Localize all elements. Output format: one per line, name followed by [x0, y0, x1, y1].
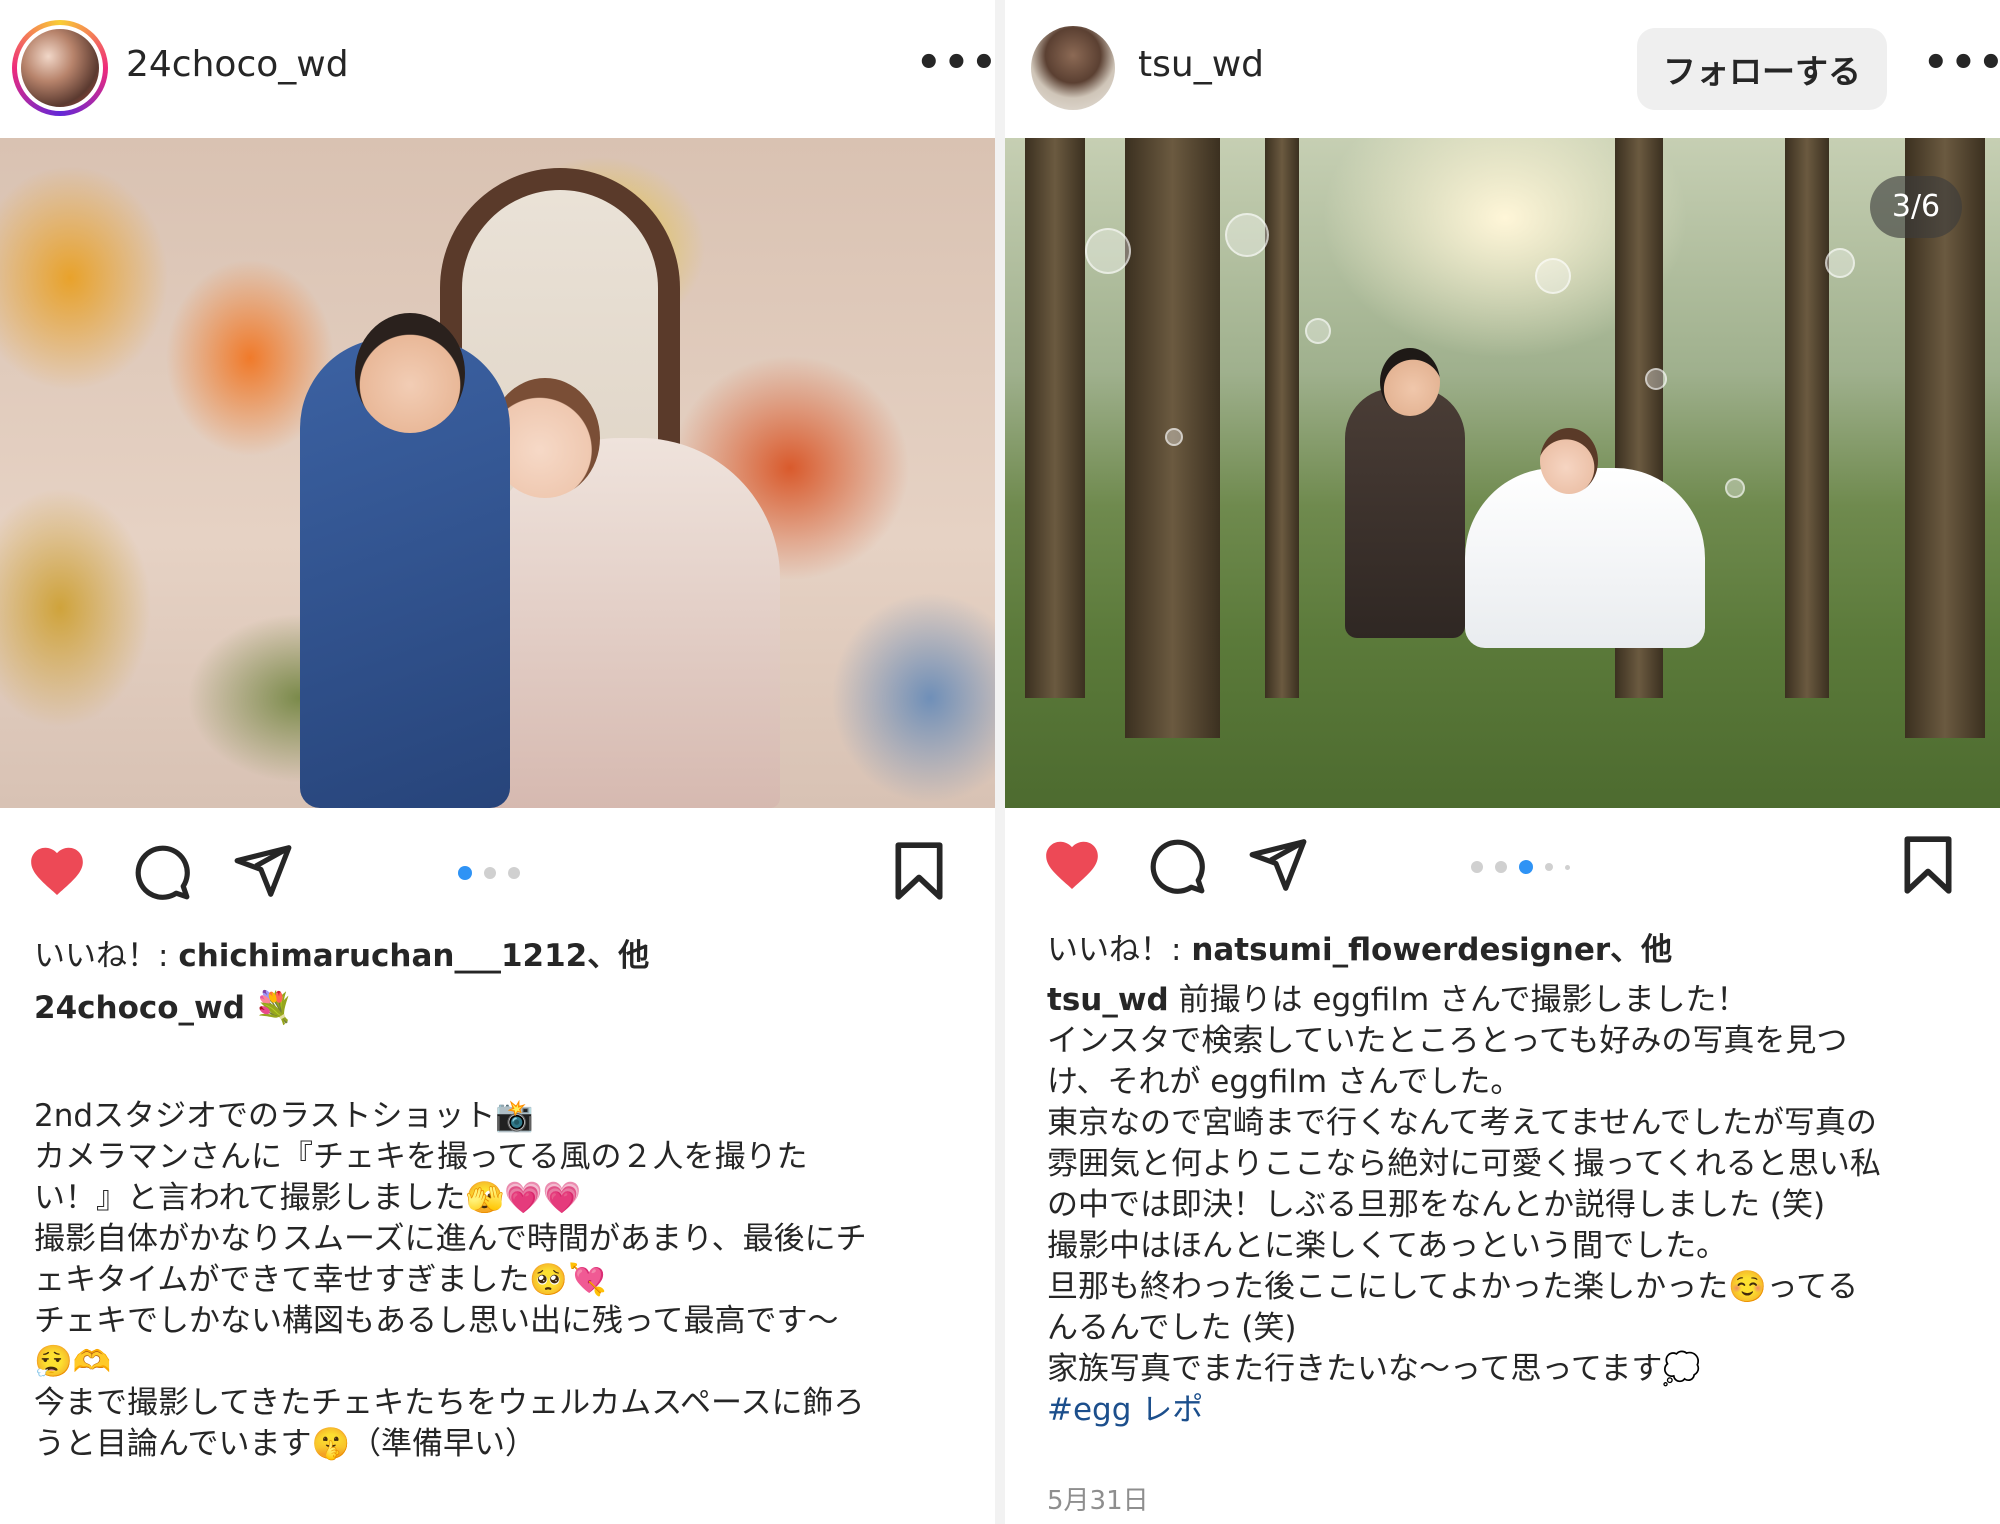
- caption-line: ェキタイムができて幸せすぎました🥺💘: [34, 1262, 607, 1298]
- carousel-dot: [1495, 861, 1507, 873]
- groom-head: [1380, 348, 1440, 416]
- carousel-dot: [1471, 861, 1483, 873]
- carousel-dot: [1545, 863, 1553, 871]
- carousel-dot: [1565, 864, 1570, 870]
- carousel-dots: [1471, 860, 1570, 874]
- bubble: [1305, 318, 1331, 344]
- avatar[interactable]: [12, 20, 108, 116]
- likes-prefix: いいね！:: [34, 938, 179, 974]
- bubble: [1645, 368, 1667, 390]
- caption-line: んるんでした (笑): [1047, 1310, 1297, 1346]
- caption-line: 😮‍💨🫶: [34, 1344, 112, 1380]
- caption-line: 前撮りは eggfilm さんで撮影しました！: [1168, 982, 1748, 1018]
- caption-line: い！』と言われて撮影しました🫣💗💗: [34, 1180, 582, 1216]
- post-left: 24choco_wd ••• いいね！: chichimaruchan___12…: [0, 0, 995, 1524]
- more-icon[interactable]: •••: [916, 40, 995, 86]
- bubble: [1535, 258, 1571, 294]
- action-bar: [0, 808, 995, 918]
- caption-line: の中では即決！しぶる旦那をなんとか説得しました (笑): [1047, 1187, 1826, 1223]
- caption-line: 旦那も終わった後ここにしてよかった楽しかった☺️ってる: [1047, 1269, 1859, 1305]
- caption: tsu_wd 前撮りは eggfilm さんで撮影しました！ インスタで検索して…: [1047, 980, 1977, 1431]
- post-header: 24choco_wd •••: [0, 0, 995, 138]
- follow-button[interactable]: フォローする: [1637, 28, 1887, 110]
- bookmark-icon[interactable]: [888, 840, 950, 902]
- bride-head: [1540, 428, 1598, 494]
- bubble: [1225, 213, 1269, 257]
- avatar[interactable]: [1031, 26, 1115, 110]
- likes-line: いいね！: chichimaruchan___1212、他: [34, 930, 649, 975]
- bubble: [1085, 228, 1131, 274]
- bubble: [1725, 478, 1745, 498]
- post-photo[interactable]: 3/6: [1005, 138, 2000, 808]
- caption-user[interactable]: 24choco_wd: [34, 990, 245, 1026]
- post-divider: [995, 0, 1005, 1524]
- caption-user-emoji: 💐: [254, 990, 294, 1026]
- caption-line: うと目論んでいます🤫（準備早い）: [34, 1426, 537, 1462]
- carousel-dots: [458, 866, 520, 880]
- caption-line: インスタで検索していたところとっても好みの写真を見つ: [1047, 1023, 1848, 1059]
- hashtag-link[interactable]: #egg レポ: [1047, 1390, 1977, 1431]
- likes-user[interactable]: natsumi_flowerdesigner: [1191, 932, 1610, 968]
- carousel-dot: [1519, 860, 1533, 874]
- likes-prefix: いいね！:: [1047, 932, 1192, 968]
- more-icon[interactable]: •••: [1923, 40, 2000, 86]
- post-header: tsu_wd フォローする •••: [1005, 0, 2000, 138]
- username[interactable]: tsu_wd: [1138, 44, 1264, 85]
- username[interactable]: 24choco_wd: [126, 44, 349, 85]
- likes-line: いいね！: natsumi_flowerdesigner、他: [1047, 924, 1672, 969]
- share-icon[interactable]: [1247, 834, 1309, 896]
- caption-line: 今まで撮影してきたチェキたちをウェルカムスペースに飾ろ: [34, 1385, 865, 1421]
- likes-suffix[interactable]: 、他: [1610, 932, 1672, 968]
- groom-figure: [1345, 388, 1465, 638]
- bubble: [1165, 428, 1183, 446]
- comment-icon[interactable]: [130, 840, 192, 902]
- caption-line: 雰囲気と何よりここなら絶対に可愛く撮ってくれると思い私: [1047, 1146, 1881, 1182]
- bubble: [1825, 248, 1855, 278]
- heart-icon[interactable]: [26, 840, 88, 902]
- heart-icon[interactable]: [1041, 834, 1103, 896]
- caption-line: 家族写真でまた行きたいな〜って思ってます💭: [1047, 1351, 1701, 1387]
- carousel-dot: [458, 866, 472, 880]
- bookmark-icon[interactable]: [1897, 834, 1959, 896]
- groom-head: [355, 313, 465, 433]
- caption-line: 東京なので宮崎まで行くなんて考えてませんでしたが写真の: [1047, 1105, 1877, 1141]
- caption-user[interactable]: tsu_wd: [1047, 982, 1169, 1018]
- caption-line: カメラマンさんに『チェキを撮ってる風の２人を撮りた: [34, 1139, 808, 1175]
- caption-line: 撮影中はほんとに楽しくてあっという間でした。: [1047, 1228, 1728, 1264]
- caption-line: チェキでしかない構図もあるし思い出に残って最高です〜: [34, 1303, 839, 1339]
- share-icon[interactable]: [232, 840, 294, 902]
- caption-line: 撮影自体がかなりスムーズに進んで時間があまり、最後にチ: [34, 1221, 867, 1257]
- post-right: tsu_wd フォローする ••• 3/6 いいね！: natsumi_flow…: [1005, 0, 2000, 1524]
- post-date: 5月31日: [1047, 1486, 1149, 1516]
- likes-suffix[interactable]: 、他: [587, 938, 649, 974]
- carousel-dot: [508, 867, 520, 879]
- tree-trunk: [1265, 138, 1299, 698]
- carousel-dot: [484, 867, 496, 879]
- caption-line: け、それが eggfilm さんでした。: [1047, 1064, 1522, 1100]
- bride-figure: [1465, 468, 1705, 648]
- tree-trunk: [1785, 138, 1829, 698]
- post-photo[interactable]: [0, 138, 995, 808]
- caption-line: 2ndスタジオでのラストショット📸: [34, 1098, 535, 1134]
- photo-counter: 3/6: [1870, 176, 1962, 238]
- comment-icon[interactable]: [1145, 834, 1207, 896]
- likes-user[interactable]: chichimaruchan___1212: [178, 938, 587, 974]
- action-bar: [1005, 808, 2000, 918]
- caption: 24choco_wd 💐 2ndスタジオでのラストショット📸 カメラマンさんに『…: [34, 988, 964, 1465]
- tree-trunk: [1025, 138, 1085, 698]
